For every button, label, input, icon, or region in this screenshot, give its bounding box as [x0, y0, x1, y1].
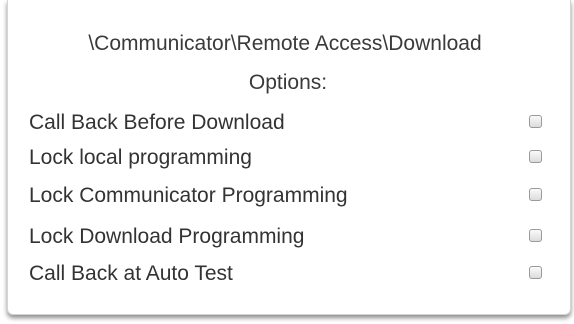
- call-back-before-download-checkbox[interactable]: [529, 115, 542, 128]
- option-row-lock-communicator-programming: Lock Communicator Programming: [29, 181, 559, 211]
- lock-communicator-programming-checkbox[interactable]: [529, 188, 542, 201]
- panel-title-path: \Communicator\Remote Access\Download: [88, 32, 482, 55]
- option-label: Lock Download Programming: [29, 225, 305, 248]
- lock-download-programming-checkbox[interactable]: [529, 229, 542, 242]
- call-back-at-auto-test-checkbox[interactable]: [529, 266, 542, 279]
- option-label: Call Back at Auto Test: [29, 262, 233, 285]
- panel-title-options: Options:: [248, 71, 328, 94]
- option-label: Call Back Before Download: [29, 111, 285, 134]
- option-row-call-back-at-auto-test: Call Back at Auto Test: [29, 259, 559, 289]
- lock-local-programming-checkbox[interactable]: [529, 150, 542, 163]
- option-row-call-back-before-download: Call Back Before Download: [29, 108, 559, 138]
- option-label: Lock local programming: [29, 146, 252, 169]
- option-label: Lock Communicator Programming: [29, 184, 348, 207]
- option-row-lock-local-programming: Lock local programming: [29, 143, 559, 173]
- option-row-lock-download-programming: Lock Download Programming: [29, 222, 559, 252]
